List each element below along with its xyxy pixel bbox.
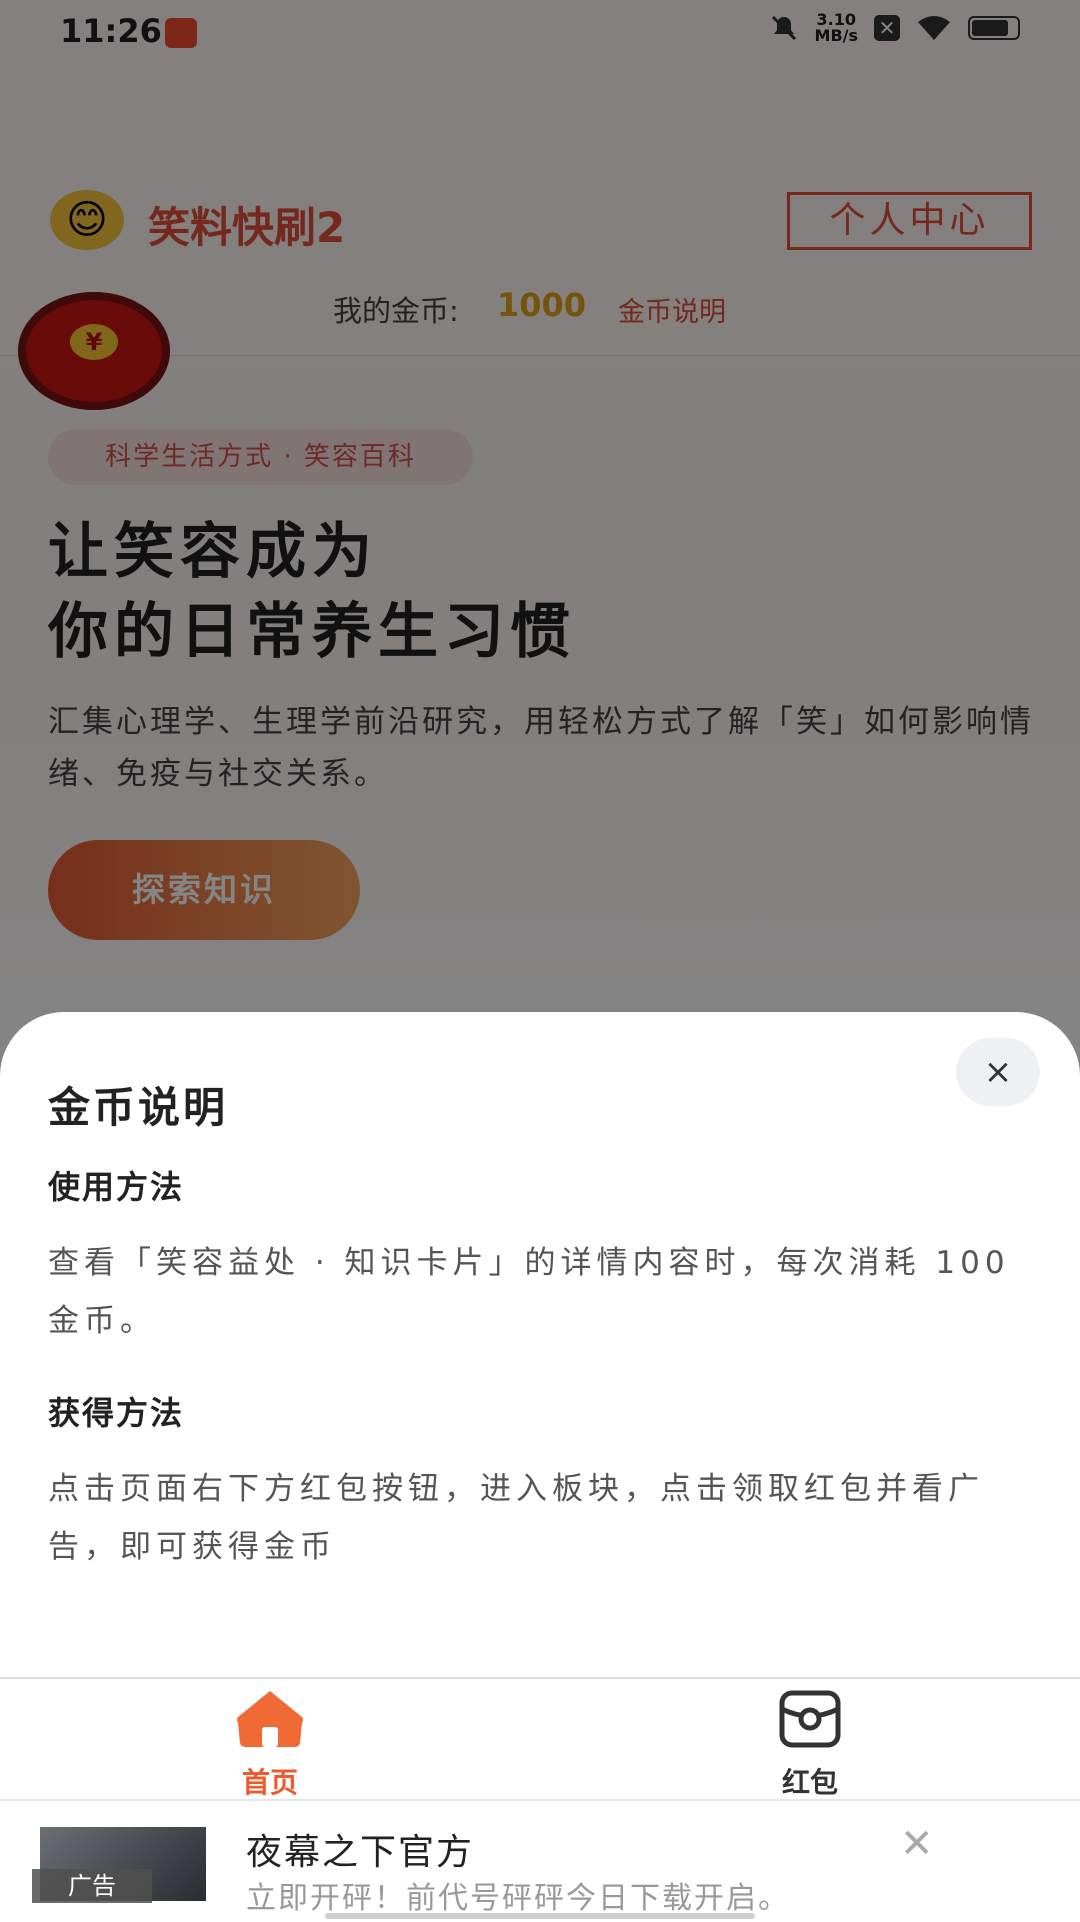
coin-info-sheet: 金币说明 × 使用方法 查看「笑容益处 · 知识卡片」的详情内容时，每次消耗 1… (0, 1012, 1080, 1677)
gesture-handle (325, 1913, 755, 1919)
sheet-title: 金币说明 (48, 1083, 229, 1132)
home-icon (237, 1691, 303, 1747)
earn-text: 点击页面右下方红包按钮，进入板块，点击领取红包并看广告，即可获得金币 (48, 1471, 984, 1565)
tab-home-label: 首页 (241, 1766, 298, 1799)
ad-subtitle[interactable]: 立即开砰！前代号砰砰今日下载开启。 (246, 1873, 790, 1917)
ad-banner[interactable]: 广告 夜幕之下官方 立即开砰！前代号砰砰今日下载开启。 ✕ (0, 1799, 1080, 1922)
tab-home[interactable]: 首页 (170, 1679, 370, 1801)
usage-heading: 使用方法 (48, 1168, 185, 1206)
earn-heading: 获得方法 (48, 1394, 185, 1432)
usage-text: 查看「笑容益处 · 知识卡片」的详情内容时，每次消耗 100 金币。 (48, 1245, 1010, 1339)
red-packet-icon (779, 1690, 841, 1748)
tab-red-packet[interactable]: 红包 (710, 1679, 910, 1801)
sheet-close-button[interactable]: × (956, 1038, 1040, 1106)
tab-red-packet-label: 红包 (781, 1766, 838, 1799)
ad-close-icon[interactable]: ✕ (900, 1821, 934, 1867)
ad-title[interactable]: 夜幕之下官方 (246, 1823, 474, 1875)
bottom-nav: 首页 红包 (0, 1677, 1080, 1801)
ad-tag: 广告 (32, 1869, 152, 1903)
